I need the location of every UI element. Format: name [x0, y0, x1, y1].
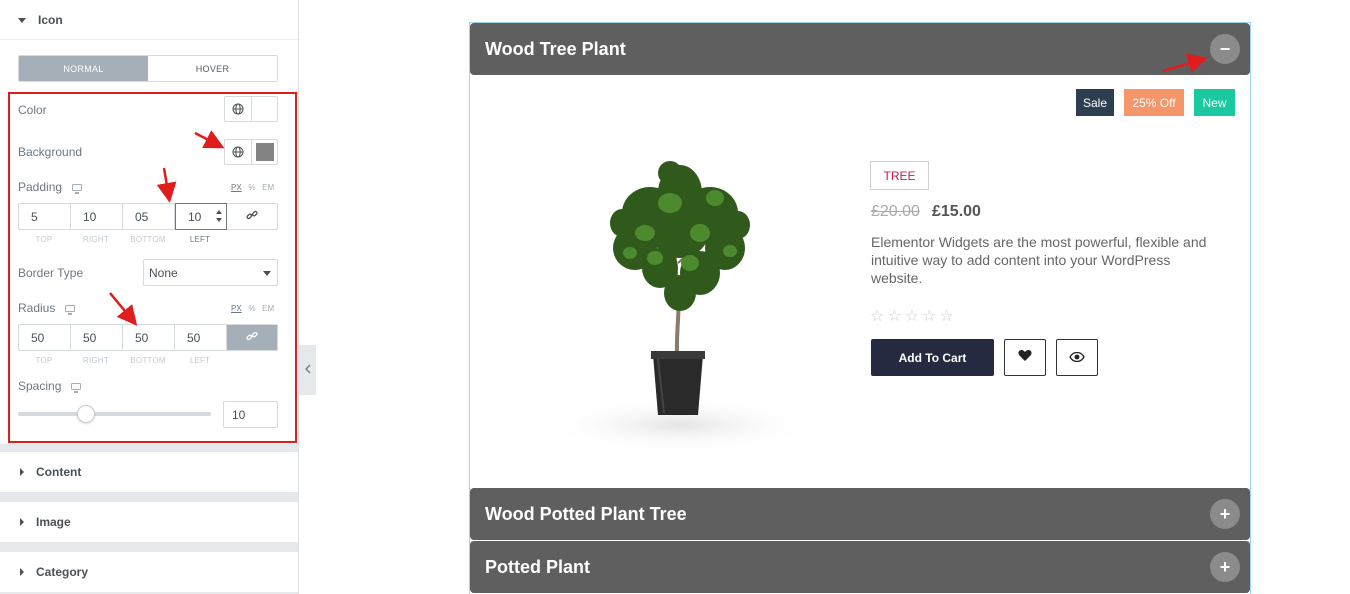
image-section-header[interactable]: Image [0, 502, 298, 542]
star-rating: ☆☆☆☆☆ [870, 308, 957, 325]
plus-icon[interactable]: + [1210, 499, 1240, 529]
accordion-title: Potted Plant [485, 556, 591, 577]
heart-icon [1018, 349, 1032, 367]
accordion-item-header[interactable]: Wood Tree Plant − [470, 23, 1250, 75]
wishlist-button[interactable] [1004, 339, 1046, 376]
old-price: £20.00 [871, 203, 920, 220]
caret-down-icon [18, 17, 26, 23]
caret-right-icon [20, 568, 24, 576]
state-tabs: NORMAL HOVER [18, 55, 278, 82]
image-section-title: Image [36, 515, 71, 529]
sale-price: £15.00 [932, 203, 981, 220]
highlight-box [8, 92, 297, 443]
tab-hover[interactable]: HOVER [148, 56, 277, 81]
minus-icon[interactable]: − [1210, 34, 1240, 64]
plus-icon[interactable]: + [1210, 552, 1240, 582]
panel-collapse-handle[interactable] [299, 345, 316, 395]
content-section-title: Content [36, 465, 82, 479]
product-description: Elementor Widgets are the most powerful,… [871, 234, 1207, 286]
content-section-header[interactable]: Content [0, 452, 298, 492]
tab-normal[interactable]: NORMAL [19, 56, 148, 81]
category-section-title: Category [36, 565, 89, 579]
accordion-item-header[interactable]: Wood Potted Plant Tree + [470, 488, 1250, 540]
eye-icon [1069, 349, 1085, 367]
editor-panel: Icon NORMAL HOVER Color Background Paddi… [0, 0, 299, 594]
icon-section-header[interactable]: Icon [0, 0, 298, 40]
category-section-header[interactable]: Category [0, 552, 298, 592]
product-image[interactable] [530, 133, 830, 473]
caret-right-icon [20, 468, 24, 476]
add-to-cart-button[interactable]: Add To Cart [871, 339, 994, 376]
badge-discount: 25% Off [1124, 89, 1184, 116]
accordion-item-header[interactable]: Potted Plant + [470, 541, 1250, 593]
badge-new: New [1194, 89, 1235, 116]
chevron-left-icon [304, 363, 311, 377]
icon-section-title: Icon [38, 13, 63, 27]
quick-view-button[interactable] [1056, 339, 1098, 376]
product-category-tag[interactable]: TREE [870, 161, 929, 190]
accordion-title: Wood Potted Plant Tree [485, 503, 687, 524]
badge-sale: Sale [1076, 89, 1114, 116]
accordion-widget: Wood Tree Plant − Sale 25% Off New TREE … [469, 22, 1251, 594]
accordion-title: Wood Tree Plant [485, 38, 626, 59]
caret-right-icon [20, 518, 24, 526]
